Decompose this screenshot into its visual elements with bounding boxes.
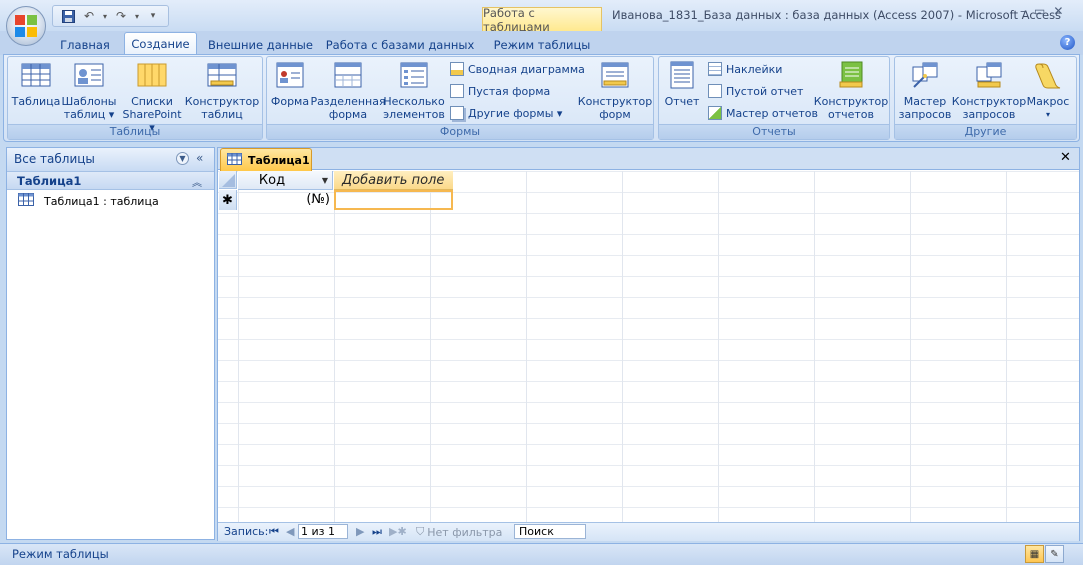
- document-tab-table1[interactable]: Таблица1: [220, 148, 312, 171]
- design-view-icon[interactable]: ✎: [1045, 545, 1064, 563]
- datasheet-grid[interactable]: [218, 171, 1079, 522]
- window-title: Иванова_1831_База данных : база данных (…: [612, 8, 1062, 22]
- blank-form-button[interactable]: Пустая форма: [450, 84, 550, 98]
- save-icon[interactable]: [59, 7, 77, 25]
- group-forms-label: Формы: [267, 124, 653, 139]
- split-form-icon: [333, 61, 363, 89]
- group-other-label: Другие: [895, 124, 1076, 139]
- close-document-icon[interactable]: ✕: [1060, 150, 1071, 165]
- last-record-icon[interactable]: ⏭: [372, 525, 382, 539]
- cell-add-field-new[interactable]: [334, 190, 453, 210]
- nav-group-collapse-icon[interactable]: ︽: [192, 174, 202, 189]
- office-logo-icon: [15, 15, 37, 37]
- previous-record-icon[interactable]: ◀: [286, 525, 294, 538]
- context-tab-group-label: Работа с таблицами: [482, 6, 602, 34]
- column-header-add-field[interactable]: Добавить поле: [334, 171, 453, 190]
- query-wizard-icon: [910, 61, 940, 89]
- form-icon: [275, 61, 305, 89]
- blank-report-button[interactable]: Пустой отчет: [708, 84, 803, 98]
- table-icon: [21, 61, 51, 89]
- minimize-icon[interactable]: –: [1020, 4, 1026, 18]
- office-button[interactable]: [6, 6, 46, 46]
- table-button[interactable]: Таблица: [10, 61, 62, 108]
- funnel-icon: ⛉: [416, 525, 425, 538]
- macro-scroll-icon: [1033, 61, 1063, 89]
- sharepoint-lists-button[interactable]: Списки SharePoint ▾: [118, 61, 186, 134]
- pivot-chart-icon: [450, 62, 464, 76]
- first-record-icon[interactable]: ⏮: [269, 525, 279, 539]
- group-reports-label: Отчеты: [659, 124, 889, 139]
- report-designer-button[interactable]: Конструктор отчетов: [814, 61, 888, 121]
- pivot-chart-button[interactable]: Сводная диаграмма: [450, 62, 585, 76]
- table-designer-icon: [207, 61, 237, 89]
- more-forms-icon: [450, 106, 464, 120]
- window-controls: – ▭ ✕: [1020, 4, 1063, 18]
- report-wizard-icon: [708, 106, 722, 120]
- split-form-button[interactable]: Разделенная форма: [310, 61, 386, 121]
- redo-icon[interactable]: ↷: [112, 7, 130, 25]
- redo-dropdown-icon[interactable]: ▾: [133, 7, 141, 25]
- status-text: Режим таблицы: [12, 547, 109, 561]
- report-button[interactable]: Отчет: [662, 61, 702, 108]
- nav-menu-dropdown-icon[interactable]: ▼: [176, 152, 189, 165]
- labels-icon: [708, 62, 722, 76]
- current-record-input[interactable]: 1 из 1: [298, 524, 348, 539]
- tab-database-tools[interactable]: Работа с базами данных: [324, 34, 476, 55]
- next-record-icon[interactable]: ▶: [356, 525, 364, 538]
- new-record-icon[interactable]: ▶✱: [389, 525, 407, 538]
- help-icon[interactable]: ?: [1060, 35, 1075, 50]
- datasheet-icon: [227, 152, 242, 168]
- query-designer-icon: [974, 61, 1004, 89]
- multiple-items-button[interactable]: Несколько элементов: [383, 61, 445, 121]
- new-record-row-selector[interactable]: ✱: [219, 190, 237, 210]
- blank-form-icon: [450, 84, 464, 98]
- report-icon: [667, 61, 697, 89]
- query-designer-button[interactable]: Конструктор запросов: [952, 61, 1026, 121]
- shutter-collapse-icon[interactable]: «: [196, 151, 203, 165]
- nav-item-label: Таблица1 : таблица: [44, 194, 159, 208]
- customize-qat-icon[interactable]: ▾: [144, 7, 162, 25]
- nav-pane-title[interactable]: Все таблицы: [14, 152, 95, 166]
- search-input[interactable]: Поиск: [514, 524, 586, 539]
- nav-item-table1[interactable]: Таблица1 : таблица: [18, 193, 159, 209]
- close-window-icon[interactable]: ✕: [1053, 4, 1063, 18]
- nav-group-title: Таблица1: [17, 174, 82, 188]
- report-designer-icon: [836, 61, 866, 89]
- status-bar: [0, 543, 1083, 565]
- form-designer-icon: [600, 61, 630, 89]
- blank-report-icon: [708, 84, 722, 98]
- query-wizard-button[interactable]: Мастер запросов: [896, 61, 954, 121]
- select-all-corner[interactable]: [219, 171, 237, 189]
- macro-button[interactable]: Макрос ▾: [1024, 61, 1072, 121]
- column-filter-dropdown-icon[interactable]: ▼: [322, 176, 328, 185]
- form-button[interactable]: Форма: [270, 61, 310, 108]
- more-forms-button[interactable]: Другие формы ▾: [450, 106, 562, 120]
- tab-home[interactable]: Главная: [52, 34, 118, 55]
- undo-icon[interactable]: ↶: [80, 7, 98, 25]
- tab-external-data[interactable]: Внешние данные: [204, 34, 317, 55]
- table-designer-button[interactable]: Конструктор таблиц: [185, 61, 259, 121]
- sharepoint-lists-icon: [137, 61, 167, 89]
- datasheet-view-icon[interactable]: ▦: [1025, 545, 1044, 563]
- record-label: Запись:: [224, 525, 269, 538]
- cell-kod-new[interactable]: (№): [238, 190, 333, 210]
- filter-status[interactable]: ⛉ Нет фильтра: [416, 525, 502, 539]
- quick-access-toolbar: ↶ ▾ ↷ ▾ ▾: [52, 5, 169, 27]
- table-templates-button[interactable]: Шаблоны таблиц ▾: [62, 61, 116, 121]
- tab-create[interactable]: Создание: [124, 32, 197, 55]
- column-header-kod[interactable]: Код ▼: [238, 171, 333, 190]
- multiple-items-icon: [399, 61, 429, 89]
- labels-button[interactable]: Наклейки: [708, 62, 782, 76]
- form-designer-button[interactable]: Конструктор форм: [578, 61, 652, 121]
- maximize-icon[interactable]: ▭: [1034, 4, 1045, 18]
- table-templates-icon: [74, 61, 104, 89]
- report-wizard-button[interactable]: Мастер отчетов: [708, 106, 818, 120]
- document-tab-bar: [218, 148, 1079, 170]
- tab-datasheet[interactable]: Режим таблицы: [484, 34, 600, 55]
- undo-dropdown-icon[interactable]: ▾: [101, 7, 109, 25]
- table-object-icon: [18, 193, 34, 209]
